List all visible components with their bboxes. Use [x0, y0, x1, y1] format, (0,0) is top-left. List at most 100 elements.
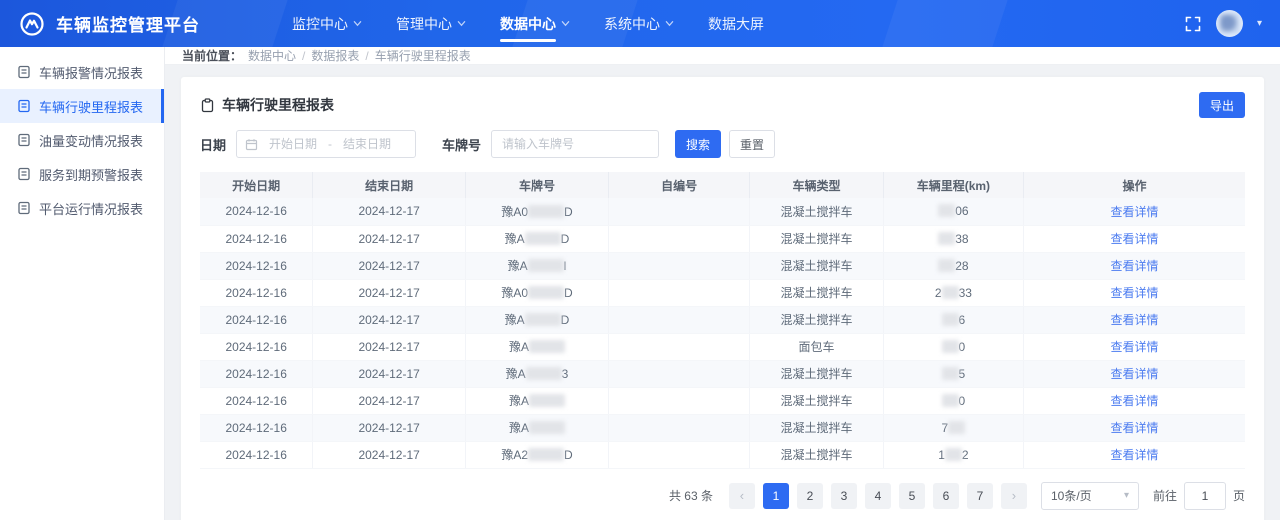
table-row: 2024-12-16 2024-12-17 豫A D 混凝土搅拌车 6 查看详情 — [200, 306, 1245, 334]
nav-menu-item[interactable]: 数据中心 — [500, 0, 570, 47]
nav-menu-item[interactable]: 管理中心 — [396, 0, 466, 47]
start-date-input[interactable] — [262, 137, 325, 151]
page-number-button[interactable]: 5 — [898, 482, 925, 509]
redacted-mileage — [941, 366, 959, 380]
view-details-link[interactable]: 查看详情 — [1110, 367, 1158, 381]
view-details-link[interactable]: 查看详情 — [1110, 394, 1158, 408]
fullscreen-icon[interactable] — [1184, 15, 1202, 33]
cell-self-no — [608, 360, 751, 388]
page-number-button[interactable]: 3 — [830, 482, 857, 509]
date-label: 日期 — [200, 137, 227, 153]
report-doc-icon — [18, 65, 30, 79]
page-number-button[interactable]: 1 — [762, 482, 789, 509]
report-doc-icon — [18, 99, 30, 113]
mileage-table: 开始日期 结束日期 车牌号 自编号 车辆类型 车辆里程(km) 操作 2024-… — [200, 172, 1245, 469]
view-details-link[interactable]: 查看详情 — [1110, 232, 1158, 246]
nav-menu-item-label: 数据大屏 — [708, 15, 764, 32]
cell-self-no — [608, 198, 751, 226]
sidebar-item-label: 服务到期预警报表 — [39, 167, 144, 183]
cell-plate: 豫A l — [465, 252, 610, 280]
redacted-plate — [524, 313, 561, 326]
cell-mileage: 5 — [883, 360, 1024, 388]
search-button[interactable]: 搜索 — [675, 130, 722, 158]
nav-menu-item[interactable]: 系统中心 — [604, 0, 674, 47]
report-doc-icon — [18, 133, 30, 147]
page-number-button[interactable]: 6 — [932, 482, 959, 509]
table-row: 2024-12-16 2024-12-17 豫A D 混凝土搅拌车 38 查看详情 — [200, 225, 1245, 253]
breadcrumb: 当前位置： 数据中心 / 数据报表 / 车辆行驶里程报表 — [165, 47, 1280, 65]
cell-mileage: 06 — [883, 198, 1024, 226]
cell-actions: 查看详情 — [1023, 414, 1245, 442]
cell-plate: 豫A 3 — [465, 360, 610, 388]
report-card: 车辆行驶里程报表 导出 日期 - 车牌号 搜索 — [181, 77, 1264, 520]
prev-page-button[interactable]: ‹ — [728, 482, 755, 509]
user-menu-caret-icon[interactable]: ▾ — [1257, 18, 1262, 29]
page-number-button[interactable]: 7 — [966, 482, 993, 509]
sidebar-item[interactable]: 车辆行驶里程报表 — [0, 89, 164, 123]
total-count: 共 63 条 — [668, 489, 713, 503]
cell-plate: 豫A D — [465, 306, 610, 334]
cell-mileage: 0 — [883, 333, 1024, 361]
sidebar-item[interactable]: 平台运行情况报表 — [0, 191, 164, 225]
cell-vehicle-type: 混凝土搅拌车 — [749, 306, 884, 334]
cell-end-date: 2024-12-17 — [312, 441, 466, 469]
nav-menu-item[interactable]: 数据大屏 — [708, 0, 778, 47]
redacted-plate — [527, 259, 564, 272]
view-details-link[interactable]: 查看详情 — [1110, 286, 1158, 300]
cell-mileage: 38 — [883, 225, 1024, 253]
cell-vehicle-type: 混凝土搅拌车 — [749, 279, 884, 307]
cell-end-date: 2024-12-17 — [312, 279, 466, 307]
page-number-button[interactable]: 2 — [796, 482, 823, 509]
table-row: 2024-12-16 2024-12-17 豫A 3 混凝土搅拌车 5 查看详情 — [200, 360, 1245, 388]
app-title: 车辆监控管理平台 — [56, 16, 200, 35]
navbar-right: ▾ — [1184, 10, 1262, 37]
cell-vehicle-type: 面包车 — [749, 333, 884, 361]
end-date-input[interactable] — [336, 137, 399, 151]
export-button[interactable]: 导出 — [1199, 92, 1245, 118]
cell-start-date: 2024-12-16 — [200, 252, 314, 280]
redacted-mileage — [948, 420, 966, 434]
page-size-select[interactable]: 10条/页 ▾ — [1040, 481, 1139, 510]
nav-menu-item[interactable]: 监控中心 — [292, 0, 362, 47]
sidebar-item[interactable]: 车辆报警情况报表 — [0, 55, 164, 89]
view-details-link[interactable]: 查看详情 — [1110, 205, 1158, 219]
cell-plate: 豫A — [465, 414, 610, 442]
cell-vehicle-type: 混凝土搅拌车 — [749, 225, 884, 253]
sidebar-item-label: 车辆行驶里程报表 — [39, 99, 144, 115]
calendar-icon — [245, 138, 258, 150]
view-details-link[interactable]: 查看详情 — [1110, 313, 1158, 327]
sidebar: 车辆报警情况报表 车辆行驶里程报表 油量变动情况报表 服务到期预警报表 平台运行… — [0, 47, 165, 520]
cell-actions: 查看详情 — [1023, 360, 1245, 388]
cell-self-no — [608, 414, 751, 442]
cell-actions: 查看详情 — [1023, 198, 1245, 226]
sidebar-item-label: 车辆报警情况报表 — [39, 65, 144, 81]
view-details-link[interactable]: 查看详情 — [1110, 259, 1158, 273]
date-range-picker[interactable]: - — [236, 130, 417, 158]
breadcrumb-item[interactable]: 数据报表 — [311, 47, 359, 64]
cell-plate: 豫A2 D — [465, 441, 610, 469]
view-details-link[interactable]: 查看详情 — [1110, 340, 1158, 354]
goto-page-input[interactable] — [1183, 481, 1226, 510]
report-doc-icon — [18, 167, 30, 181]
cell-end-date: 2024-12-17 — [312, 360, 466, 388]
cell-self-no — [608, 279, 751, 307]
table-row: 2024-12-16 2024-12-17 豫A l 混凝土搅拌车 28 查看详情 — [200, 252, 1245, 280]
next-page-button[interactable]: › — [1000, 482, 1027, 509]
sidebar-item[interactable]: 油量变动情况报表 — [0, 123, 164, 157]
reset-button[interactable]: 重置 — [729, 130, 776, 158]
redacted-mileage — [938, 231, 956, 245]
plate-number-input[interactable] — [491, 130, 660, 158]
table-row: 2024-12-16 2024-12-17 豫A 混凝土搅拌车 0 查看详情 — [200, 387, 1245, 415]
redacted-mileage — [941, 339, 959, 353]
page-number-button[interactable]: 4 — [864, 482, 891, 509]
sidebar-item[interactable]: 服务到期预警报表 — [0, 157, 164, 191]
view-details-link[interactable]: 查看详情 — [1110, 421, 1158, 435]
cell-vehicle-type: 混凝土搅拌车 — [749, 387, 884, 415]
breadcrumb-prefix: 当前位置： — [182, 49, 243, 63]
view-details-link[interactable]: 查看详情 — [1110, 448, 1158, 462]
chevron-down-icon — [561, 21, 570, 27]
redacted-plate — [529, 421, 565, 434]
cell-start-date: 2024-12-16 — [200, 306, 314, 334]
user-avatar[interactable] — [1215, 10, 1243, 37]
breadcrumb-item[interactable]: 数据中心 — [248, 47, 296, 64]
